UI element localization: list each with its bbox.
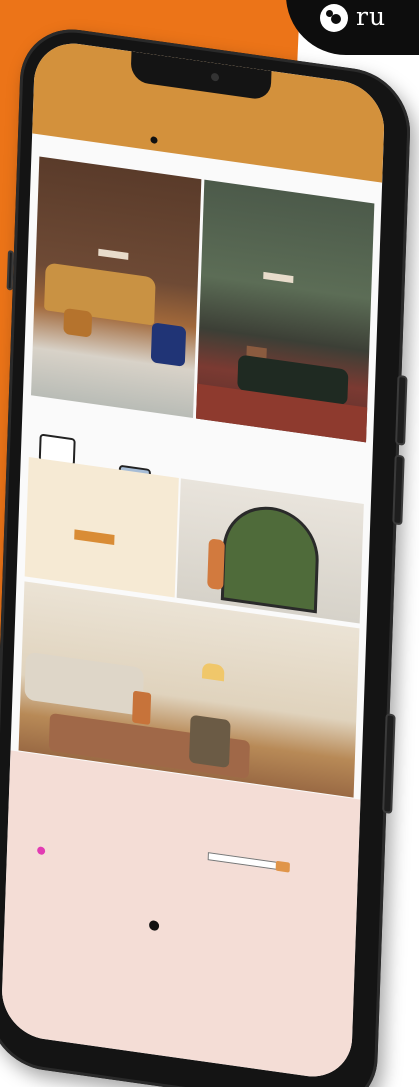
hero-right-text (243, 227, 333, 240)
footer-logo-icon (148, 919, 160, 932)
brand-logo-icon (320, 4, 348, 32)
promo-panel (24, 456, 179, 598)
arch-window (220, 500, 321, 614)
site-top-band (32, 37, 386, 183)
hero-banner-left[interactable] (31, 156, 202, 419)
phone-power-button (382, 713, 396, 815)
scene: ru (0, 0, 419, 1087)
mustard-sofa-image (44, 262, 156, 326)
cream-sofa-image (24, 651, 145, 716)
hero-left-text (78, 204, 168, 217)
arch-window-image (176, 478, 364, 624)
site-logo-icon (150, 136, 158, 145)
pouf-image (63, 307, 93, 338)
social-icon[interactable] (37, 846, 46, 856)
lounge-chair-image (188, 714, 231, 769)
blue-chair-image (150, 322, 187, 367)
pendant-lamp-image (201, 662, 225, 682)
hero-banner-right[interactable] (196, 179, 375, 443)
phone-mockup (0, 22, 413, 1087)
person-figure (207, 538, 225, 591)
site-logo[interactable] (150, 136, 160, 145)
phone-volume-down-button (392, 454, 405, 526)
phone-side-button (6, 250, 14, 291)
newsletter-email-field[interactable] (207, 852, 280, 871)
hero-right-button[interactable] (263, 271, 294, 284)
phone-volume-up-button (395, 374, 408, 446)
phone-screen (0, 37, 386, 1083)
front-camera (210, 72, 220, 82)
newsletter-submit-button[interactable] (275, 860, 290, 873)
side-table-image (132, 690, 152, 726)
brand-corner-text: ru (356, 2, 387, 31)
hero-left-button[interactable] (98, 248, 129, 260)
room-text (38, 605, 148, 620)
brand-corner-panel (286, 0, 419, 55)
promo-button[interactable] (74, 529, 115, 545)
site-footer (0, 750, 361, 1083)
